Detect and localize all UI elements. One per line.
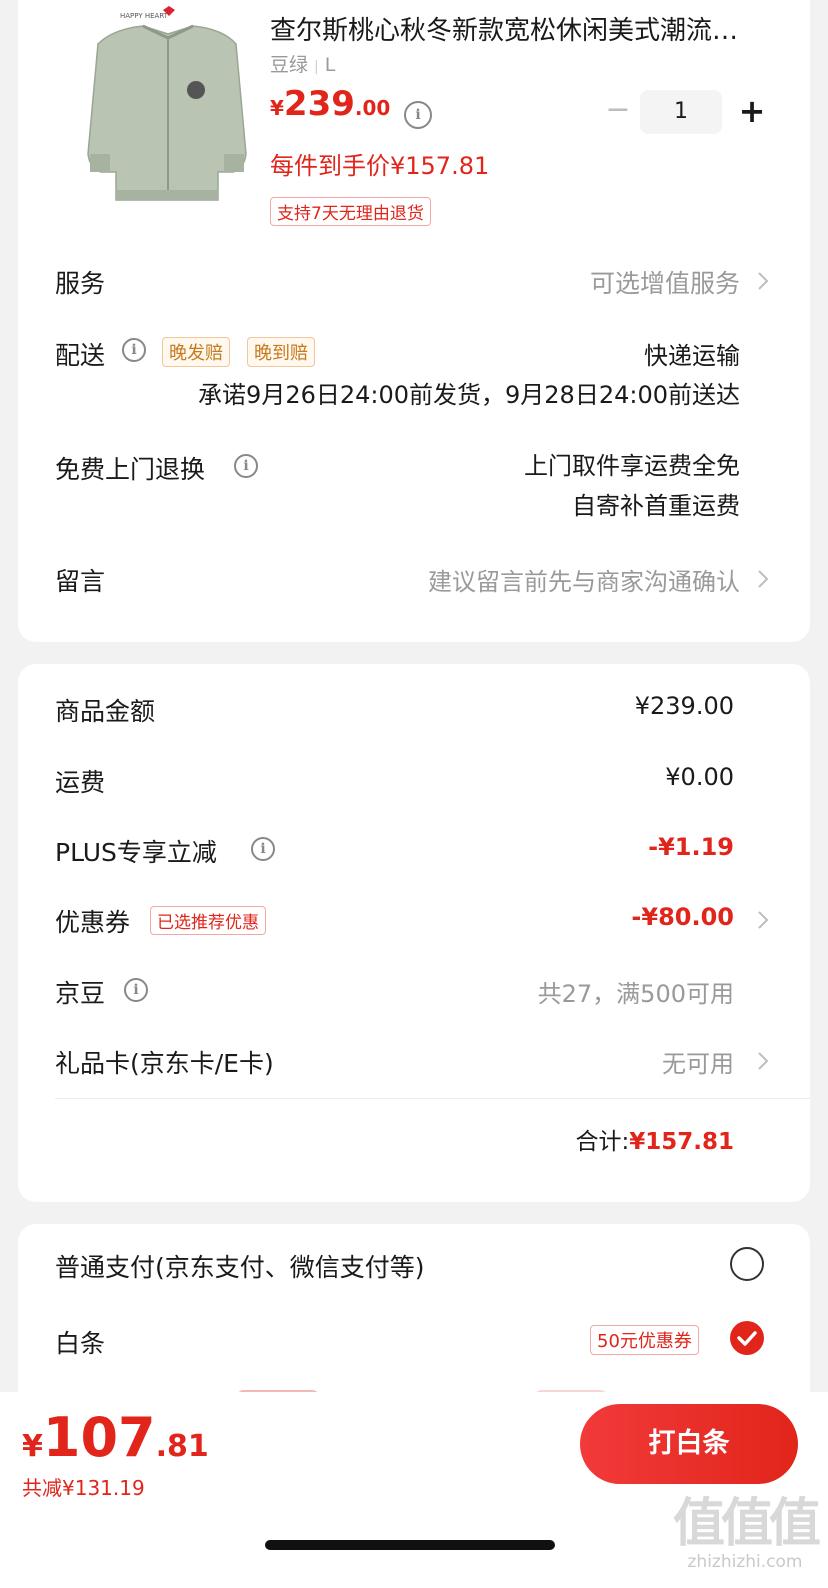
jingdou-value: 共27，满500可用 bbox=[537, 980, 734, 1008]
order-total: 合计:¥157.81 bbox=[575, 1122, 734, 1156]
delivery-info-icon[interactable]: i bbox=[122, 338, 146, 362]
watermark-logo: 值值值 bbox=[672, 1494, 821, 1554]
price-summary-card: 商品金额 ¥239.00 运费 ¥0.00 PLUS专享立减 i -¥1.19 … bbox=[18, 664, 810, 1202]
product-spec[interactable]: 豆绿 | L bbox=[270, 50, 335, 77]
giftcard-label: 礼品卡(京东卡/E卡) bbox=[55, 1049, 274, 1078]
payable-amount: ¥107.81 bbox=[22, 1406, 209, 1469]
product-logo-text: HAPPY HEART bbox=[120, 12, 169, 20]
watermark-url: zhizhizhi.com bbox=[687, 1552, 803, 1572]
coupon-label: 优惠券 bbox=[55, 908, 131, 937]
delivery-label: 配送 bbox=[55, 341, 106, 370]
chevron-right-icon[interactable] bbox=[756, 270, 770, 292]
plus-icon[interactable]: + bbox=[732, 90, 772, 134]
spec-size: L bbox=[324, 54, 336, 76]
jingdou-label: 京豆 bbox=[55, 979, 106, 1008]
minus-icon[interactable]: − bbox=[598, 90, 638, 134]
shipping-label: 运费 bbox=[55, 768, 106, 797]
spec-separator: | bbox=[314, 59, 319, 75]
service-label: 服务 bbox=[55, 269, 106, 298]
site-watermark: 值值值 zhizhizhi.com bbox=[670, 1494, 821, 1580]
quantity-value[interactable]: 1 bbox=[640, 90, 722, 134]
baitiao-coupon-tag: 50元优惠券 bbox=[590, 1325, 699, 1355]
plus-discount-value: -¥1.19 bbox=[648, 833, 734, 861]
price-info-icon[interactable]: i bbox=[404, 101, 432, 129]
total-discount: 共减¥131.19 bbox=[22, 1476, 145, 1500]
free-return-label: 免费上门退换 bbox=[55, 455, 206, 484]
payable-currency: ¥ bbox=[22, 1429, 43, 1464]
coupon-value[interactable]: -¥80.00 bbox=[631, 903, 734, 931]
price-integer: 239 bbox=[283, 84, 355, 124]
return-line-2: 自寄补首重运费 bbox=[572, 492, 740, 520]
giftcard-value[interactable]: 无可用 bbox=[662, 1044, 734, 1079]
baitiao-label[interactable]: 白条 bbox=[55, 1324, 105, 1360]
total-value: ¥157.81 bbox=[629, 1129, 734, 1155]
jingdou-info-icon[interactable]: i bbox=[124, 978, 148, 1002]
checkout-bar: ¥107.81 共减¥131.19 打白条 值值值 zhizhizhi.com bbox=[0, 1392, 828, 1588]
return-line-1: 上门取件享运费全免 bbox=[524, 452, 740, 480]
product-thumbnail[interactable]: HAPPY HEART bbox=[68, 4, 268, 204]
home-indicator[interactable] bbox=[265, 1540, 555, 1550]
payable-integer: 107 bbox=[42, 1406, 156, 1469]
chevron-right-icon[interactable] bbox=[756, 568, 770, 590]
summary-divider bbox=[55, 1098, 810, 1099]
price-currency: ¥ bbox=[270, 96, 284, 120]
normal-payment-label[interactable]: 普通支付(京东支付、微信支付等) bbox=[55, 1248, 425, 1284]
payable-decimal: .81 bbox=[155, 1429, 209, 1464]
chevron-right-icon[interactable] bbox=[756, 1050, 770, 1072]
late-ship-tag: 晚发赔 bbox=[162, 337, 230, 367]
total-label: 合计: bbox=[575, 1129, 630, 1155]
late-arrival-tag: 晚到赔 bbox=[247, 337, 315, 367]
product-price: ¥239.00 bbox=[270, 84, 390, 124]
price-decimal: .00 bbox=[354, 96, 391, 120]
radio-unchecked-icon[interactable] bbox=[730, 1247, 764, 1281]
radio-checked-icon[interactable] bbox=[730, 1321, 764, 1355]
product-title[interactable]: 查尔斯桃心秋冬新款宽松休闲美式潮流… bbox=[270, 10, 790, 47]
spec-color: 豆绿 bbox=[270, 54, 309, 76]
quantity-stepper: − 1 + bbox=[598, 90, 778, 134]
delivery-promise: 承诺9月26日24:00前发货，9月28日24:00前送达 bbox=[198, 381, 740, 409]
jacket-image: HAPPY HEART bbox=[87, 6, 247, 201]
plus-info-icon[interactable]: i bbox=[251, 837, 275, 861]
order-item-card: HAPPY HEART 查尔斯桃心秋冬新款宽松休闲美式潮流… 豆绿 | L ¥239… bbox=[18, 0, 810, 642]
final-unit-price: 每件到手价¥157.81 bbox=[270, 152, 490, 180]
return-policy-badge: 支持7天无理由退货 bbox=[270, 197, 431, 226]
plus-discount-label: PLUS专享立减 bbox=[55, 838, 217, 867]
service-value[interactable]: 可选增值服务 bbox=[590, 264, 740, 300]
delivery-method[interactable]: 快递运输 bbox=[644, 336, 740, 371]
note-label: 留言 bbox=[55, 567, 106, 596]
note-input[interactable]: 建议留言前先与商家沟通确认 bbox=[428, 562, 740, 597]
goods-amount-value: ¥239.00 bbox=[634, 692, 734, 720]
coupon-recommended-tag: 已选推荐优惠 bbox=[150, 906, 266, 935]
return-info-icon[interactable]: i bbox=[234, 454, 258, 478]
chevron-right-icon[interactable] bbox=[756, 909, 770, 931]
pay-baitiao-button[interactable]: 打白条 bbox=[580, 1404, 798, 1484]
goods-amount-label: 商品金额 bbox=[55, 697, 156, 726]
shipping-value: ¥0.00 bbox=[665, 763, 734, 791]
